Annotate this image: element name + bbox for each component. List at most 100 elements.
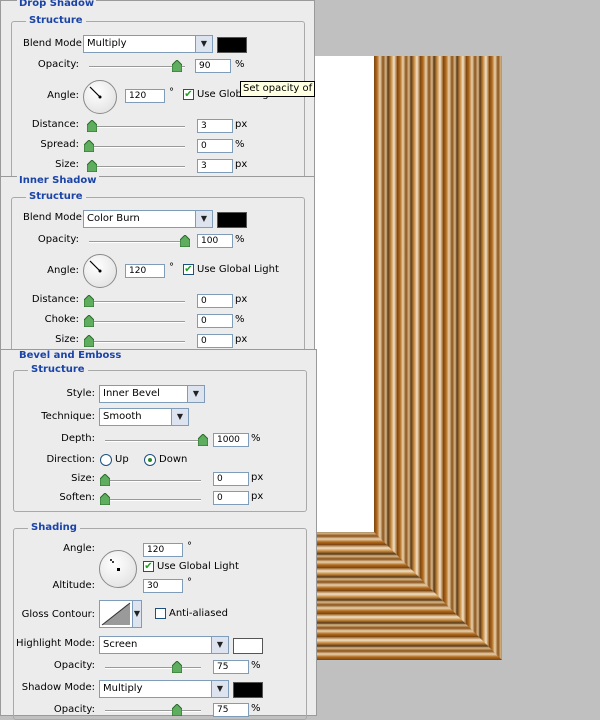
choke-label: Choke: bbox=[44, 314, 79, 325]
size-input[interactable]: 3 bbox=[197, 159, 233, 173]
distance-input[interactable]: 3 bbox=[197, 119, 233, 133]
highlight-color-swatch[interactable] bbox=[233, 638, 263, 654]
structure-label: Structure bbox=[28, 364, 88, 375]
depth-input[interactable]: 1000 bbox=[213, 433, 249, 447]
distance-slider[interactable] bbox=[89, 301, 185, 303]
depth-label: Depth: bbox=[61, 433, 95, 444]
spread-slider[interactable] bbox=[89, 146, 185, 148]
highlight-opacity-slider[interactable] bbox=[105, 667, 201, 669]
soften-slider[interactable] bbox=[105, 499, 201, 501]
blend-mode-select[interactable]: Multiply ▼ bbox=[83, 35, 213, 53]
shadow-color-swatch[interactable] bbox=[217, 212, 247, 228]
shading-angle-unit: ° bbox=[187, 541, 192, 552]
bevel-size-input[interactable]: 0 bbox=[213, 472, 249, 486]
altitude-label: Altitude: bbox=[52, 580, 95, 591]
spread-unit: % bbox=[235, 139, 245, 150]
size-slider[interactable] bbox=[89, 341, 185, 343]
angle-unit: ° bbox=[169, 87, 174, 98]
angle-input[interactable]: 120 bbox=[125, 264, 165, 278]
shadow-color-swatch[interactable] bbox=[217, 37, 247, 53]
highlight-mode-label: Highlight Mode: bbox=[16, 638, 95, 649]
shading-global-light-label: Use Global Light bbox=[157, 561, 239, 572]
distance-unit: px bbox=[235, 119, 248, 130]
blend-mode-value: Multiply bbox=[87, 38, 127, 49]
shading-global-light-checkbox[interactable]: ✔ bbox=[143, 561, 154, 572]
opacity-input[interactable]: 100 bbox=[197, 234, 233, 248]
gloss-contour-preview[interactable] bbox=[99, 600, 133, 628]
altitude-input[interactable]: 30 bbox=[143, 579, 183, 593]
shadow-opacity-input[interactable]: 75 bbox=[213, 703, 249, 717]
soften-input[interactable]: 0 bbox=[213, 491, 249, 505]
structure-label: Structure bbox=[26, 191, 86, 202]
size-unit: px bbox=[235, 334, 248, 345]
direction-down-radio[interactable] bbox=[144, 454, 156, 466]
opacity-slider[interactable] bbox=[89, 66, 185, 68]
technique-select[interactable]: Smooth ▼ bbox=[99, 408, 189, 426]
drop-shadow-title: Drop Shadow bbox=[17, 0, 97, 9]
shadow-mode-select[interactable]: Multiply ▼ bbox=[99, 680, 229, 698]
anti-aliased-label: Anti-aliased bbox=[169, 608, 229, 619]
chevron-down-icon: ▼ bbox=[133, 601, 141, 627]
bevel-size-label: Size: bbox=[71, 473, 95, 484]
chevron-down-icon: ▼ bbox=[211, 637, 228, 653]
depth-slider[interactable] bbox=[105, 440, 205, 442]
depth-unit: % bbox=[251, 433, 261, 444]
bevel-emboss-title: Bevel and Emboss bbox=[17, 350, 124, 361]
shading-angle-dial[interactable] bbox=[99, 550, 137, 588]
shading-label: Shading bbox=[28, 522, 80, 533]
shading-angle-label: Angle: bbox=[63, 543, 95, 554]
chevron-down-icon: ▼ bbox=[211, 681, 228, 697]
direction-label: Direction: bbox=[46, 454, 95, 465]
use-global-light-label: Use Global Light bbox=[197, 264, 279, 275]
choke-slider[interactable] bbox=[89, 321, 185, 323]
distance-input[interactable]: 0 bbox=[197, 294, 233, 308]
direction-up-label: Up bbox=[115, 454, 129, 465]
direction-up-radio[interactable] bbox=[100, 454, 112, 466]
distance-label: Distance: bbox=[31, 294, 79, 305]
tooltip: Set opacity of bbox=[240, 81, 316, 97]
shadow-mode-value: Multiply bbox=[103, 683, 143, 694]
angle-input[interactable]: 120 bbox=[125, 89, 165, 103]
soften-unit: px bbox=[251, 491, 264, 502]
style-select[interactable]: Inner Bevel ▼ bbox=[99, 385, 205, 403]
angle-label: Angle: bbox=[47, 90, 79, 101]
choke-input[interactable]: 0 bbox=[197, 314, 233, 328]
spread-label: Spread: bbox=[40, 139, 79, 150]
highlight-mode-select[interactable]: Screen ▼ bbox=[99, 636, 229, 654]
blend-mode-label: Blend Mode: bbox=[23, 38, 86, 49]
shadow-opacity-slider[interactable] bbox=[105, 710, 201, 712]
technique-value: Smooth bbox=[103, 411, 142, 422]
size-slider[interactable] bbox=[89, 166, 185, 168]
opacity-input[interactable]: 90 bbox=[195, 59, 231, 73]
angle-label: Angle: bbox=[47, 265, 79, 276]
blend-mode-value: Color Burn bbox=[87, 213, 140, 224]
use-global-light-checkbox[interactable]: ✔ bbox=[183, 89, 194, 100]
size-label: Size: bbox=[55, 159, 79, 170]
soften-label: Soften: bbox=[59, 492, 95, 503]
spread-input[interactable]: 0 bbox=[197, 139, 233, 153]
structure-label: Structure bbox=[26, 15, 86, 26]
distance-slider[interactable] bbox=[89, 126, 185, 128]
shadow-opacity-unit: % bbox=[251, 703, 261, 714]
blend-mode-label: Blend Mode: bbox=[23, 212, 86, 223]
altitude-unit: ° bbox=[187, 577, 192, 588]
shadow-mode-label: Shadow Mode: bbox=[21, 682, 95, 693]
use-global-light-checkbox[interactable]: ✔ bbox=[183, 264, 194, 275]
angle-dial[interactable] bbox=[83, 254, 117, 288]
gloss-contour-dropdown[interactable]: ▼ bbox=[132, 600, 142, 628]
shading-angle-input[interactable]: 120 bbox=[143, 543, 183, 557]
highlight-opacity-input[interactable]: 75 bbox=[213, 660, 249, 674]
shadow-mode-color-swatch[interactable] bbox=[233, 682, 263, 698]
inner-shadow-title: Inner Shadow bbox=[17, 175, 99, 186]
highlight-opacity-unit: % bbox=[251, 660, 261, 671]
chevron-down-icon: ▼ bbox=[171, 409, 188, 425]
angle-unit: ° bbox=[169, 262, 174, 273]
opacity-slider[interactable] bbox=[89, 241, 185, 243]
anti-aliased-checkbox[interactable] bbox=[155, 608, 166, 619]
size-input[interactable]: 0 bbox=[197, 334, 233, 348]
bevel-size-slider[interactable] bbox=[105, 480, 201, 482]
chevron-down-icon: ▼ bbox=[195, 36, 212, 52]
blend-mode-select[interactable]: Color Burn ▼ bbox=[83, 210, 213, 228]
opacity-label: Opacity: bbox=[37, 59, 79, 70]
angle-dial[interactable] bbox=[83, 80, 117, 114]
